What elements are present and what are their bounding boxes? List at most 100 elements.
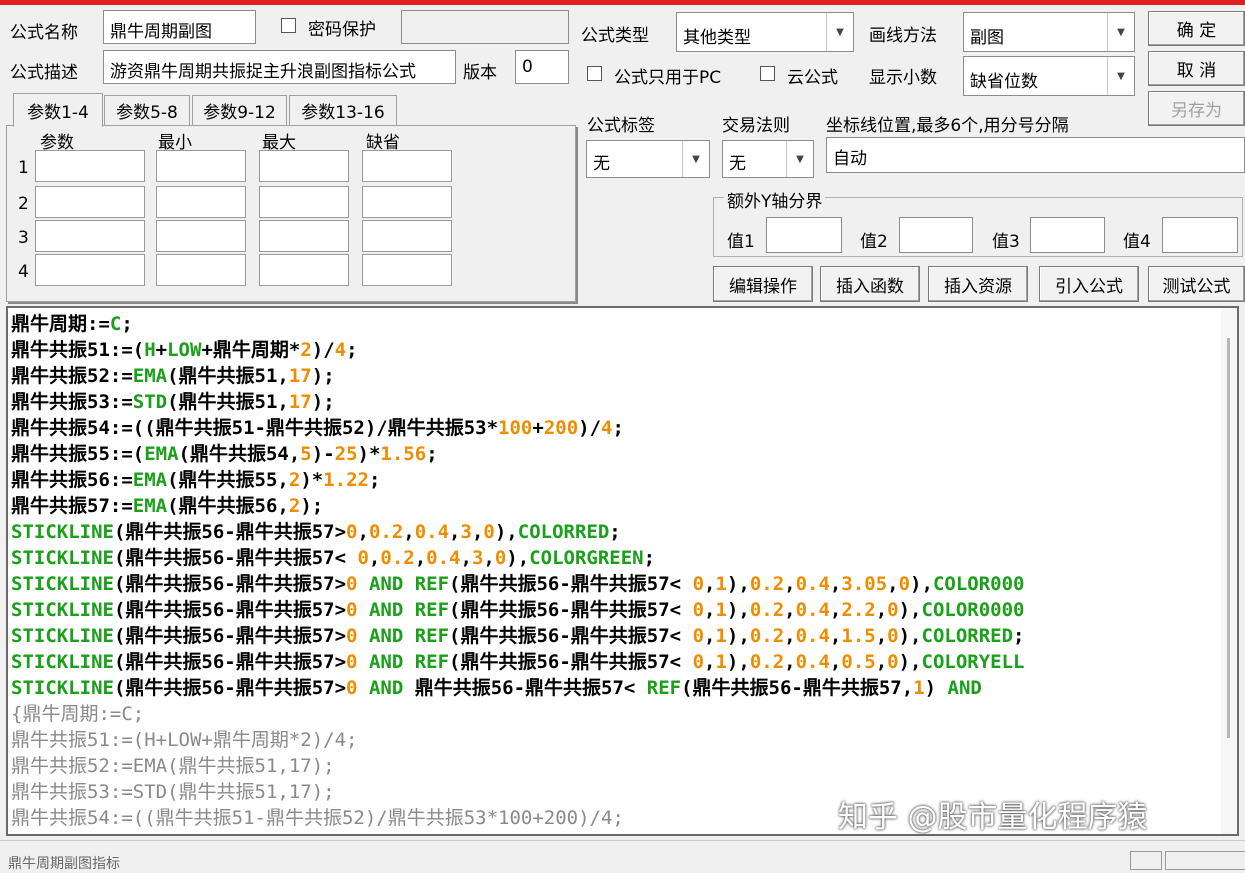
value3-input[interactable]: [1030, 217, 1105, 253]
save-as-button[interactable]: 另存为: [1148, 91, 1245, 126]
tab-params-1-4[interactable]: 参数1-4: [13, 93, 103, 127]
code-token: ;: [368, 469, 381, 491]
trade-rule-select[interactable]: 无 ▼: [722, 140, 814, 178]
code-token: 0.4: [426, 547, 461, 569]
value4-input[interactable]: [1162, 217, 1238, 253]
code-token: ,: [357, 521, 369, 543]
param-name-field[interactable]: [35, 220, 145, 252]
code-token: (鼎牛共振56-鼎牛共振57<: [113, 547, 358, 569]
code-token: 1: [913, 677, 925, 699]
param-default-field[interactable]: [362, 220, 452, 252]
param-max-field[interactable]: [259, 220, 349, 252]
pc-only-label: 公式只用于PC: [614, 68, 722, 88]
ok-button[interactable]: 确 定: [1148, 11, 1245, 46]
param-name-field[interactable]: [35, 150, 145, 182]
chevron-down-icon[interactable]: ▼: [786, 141, 813, 177]
code-line: STICKLINE(鼎牛共振56-鼎牛共振57>0,0.2,0.4,3,0),C…: [11, 519, 1024, 545]
code-token: ,: [829, 573, 842, 595]
code-token: 0.4: [795, 599, 830, 621]
param-min-field[interactable]: [156, 186, 246, 218]
code-token: 鼎牛共振52:=: [11, 365, 133, 387]
insert-resource-button[interactable]: 插入资源: [928, 266, 1028, 302]
tab-params-13-16[interactable]: 参数13-16: [289, 95, 397, 125]
import-formula-button[interactable]: 引入公式: [1039, 266, 1139, 302]
value1-label: 值1: [727, 232, 755, 252]
decimal-value: 缺省位数: [970, 72, 1038, 92]
value2-label: 值2: [860, 232, 888, 252]
formula-desc-input[interactable]: 游资鼎牛周期共振捉主升浪副图指标公式: [103, 50, 456, 84]
code-token: 鼎牛共振53:=: [11, 391, 133, 413]
code-content: 鼎牛周期:=C; 鼎牛共振51:=(H+LOW+鼎牛周期*2)/4; 鼎牛共振52:…: [11, 311, 1024, 831]
param-default-field[interactable]: [362, 254, 452, 286]
code-token: ,: [829, 625, 842, 647]
code-token: 0.2: [368, 521, 404, 543]
param-min-field[interactable]: [156, 150, 246, 182]
formula-type-select[interactable]: 其他类型 ▼: [676, 12, 854, 52]
code-token: (鼎牛共振55,: [167, 469, 289, 491]
test-formula-button[interactable]: 测试公式: [1148, 266, 1245, 302]
code-token: 0: [346, 677, 358, 699]
formula-name-input[interactable]: 鼎牛周期副图: [103, 10, 256, 44]
cloud-formula-checkbox[interactable]: [760, 66, 775, 81]
formula-tag-value: 无: [593, 154, 610, 174]
code-token: COLOR000: [932, 573, 1025, 595]
editor-scrollbar[interactable]: [1221, 308, 1237, 834]
param-name-field[interactable]: [35, 254, 145, 286]
code-token: AND: [947, 677, 982, 699]
code-token: (鼎牛共振56-鼎牛共振57,: [681, 677, 914, 699]
insert-function-button[interactable]: 插入函数: [820, 266, 920, 302]
tab-params-9-12[interactable]: 参数9-12: [192, 95, 287, 125]
code-token: (鼎牛共振56-鼎牛共振57<: [449, 651, 693, 673]
param-max-field[interactable]: [259, 254, 349, 286]
pc-only-checkbox[interactable]: [587, 66, 602, 81]
chevron-down-icon[interactable]: ▼: [1107, 57, 1134, 95]
chevron-down-icon[interactable]: ▼: [682, 141, 709, 177]
code-token: COLORRED: [517, 521, 610, 543]
code-token: 0: [357, 547, 369, 569]
cancel-button[interactable]: 取 消: [1148, 51, 1245, 86]
code-token: 0: [692, 599, 705, 621]
code-token: +: [532, 417, 544, 439]
param-max-field[interactable]: [259, 150, 349, 182]
code-token: 0: [346, 599, 358, 621]
coord-line-input[interactable]: 自动: [826, 137, 1245, 173]
code-line: {鼎牛周期:=C;: [11, 701, 1024, 727]
chevron-down-icon[interactable]: ▼: [826, 13, 853, 51]
code-token: 1: [715, 625, 727, 647]
scrollbar-thumb[interactable]: [1227, 338, 1230, 738]
code-token: 0: [494, 547, 507, 569]
param-min-field[interactable]: [156, 220, 246, 252]
code-token: ),: [726, 599, 750, 621]
password-checkbox[interactable]: [281, 18, 296, 33]
decimal-label: 显示小数: [869, 68, 937, 88]
value1-input[interactable]: [766, 217, 842, 253]
value2-input[interactable]: [899, 217, 973, 253]
code-token: 0.2: [749, 573, 785, 595]
chevron-down-icon[interactable]: ▼: [1107, 13, 1134, 51]
code-line: 鼎牛共振51:=(H+LOW+鼎牛周期*2)/4;: [11, 337, 1024, 363]
formula-code-editor[interactable]: 鼎牛周期:=C; 鼎牛共振51:=(H+LOW+鼎牛周期*2)/4; 鼎牛共振52:…: [6, 306, 1239, 836]
draw-method-select[interactable]: 副图 ▼: [963, 12, 1135, 52]
code-token: ,: [403, 521, 415, 543]
formula-tag-select[interactable]: 无 ▼: [586, 140, 710, 178]
version-input[interactable]: 0: [515, 50, 569, 84]
param-default-field[interactable]: [362, 186, 452, 218]
param-max-field[interactable]: [259, 186, 349, 218]
param-default-field[interactable]: [362, 150, 452, 182]
param-name-field[interactable]: [35, 186, 145, 218]
code-token: C: [109, 313, 122, 335]
code-token: STICKLINE: [11, 573, 114, 595]
tab-params-5-8[interactable]: 参数5-8: [104, 95, 190, 125]
code-token: )*: [357, 443, 381, 465]
code-token: )/: [311, 339, 335, 361]
draw-method-value: 副图: [970, 28, 1004, 48]
code-token: 1.22: [323, 469, 369, 491]
decimal-select[interactable]: 缺省位数 ▼: [963, 56, 1135, 96]
code-token: ),: [726, 625, 750, 647]
param-min-field[interactable]: [156, 254, 246, 286]
password-input[interactable]: [401, 10, 569, 44]
edit-operations-button[interactable]: 编辑操作: [713, 266, 813, 302]
